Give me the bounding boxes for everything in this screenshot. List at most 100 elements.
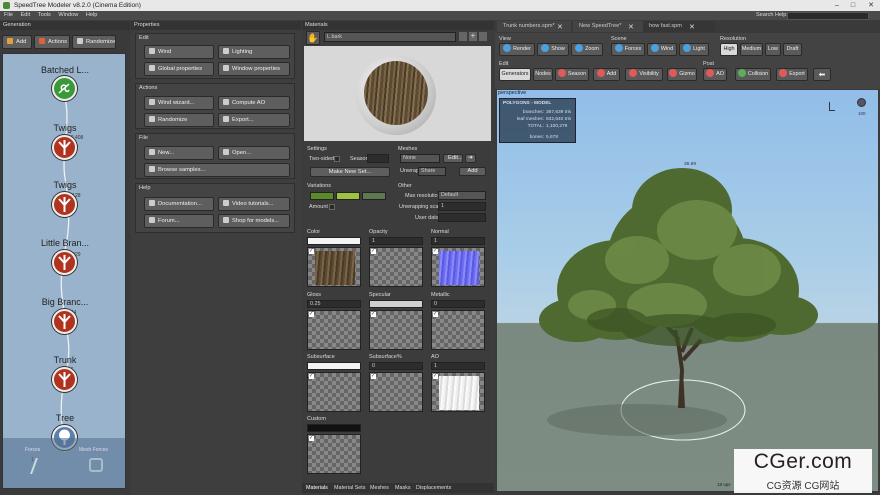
res-high-button[interactable]: High bbox=[720, 43, 738, 56]
season-field[interactable] bbox=[367, 154, 389, 163]
tab-meshes[interactable]: Meshes bbox=[370, 483, 389, 493]
scene-wind-button[interactable]: Wind bbox=[647, 43, 677, 56]
tab-material-sets[interactable]: Material Sets bbox=[334, 483, 365, 493]
edit-add-button[interactable]: Add bbox=[593, 68, 620, 81]
ao-map-slot[interactable]: ✓ bbox=[431, 372, 485, 412]
make-new-set-button[interactable]: Make New Set... bbox=[310, 167, 390, 177]
tab-masks[interactable]: Masks bbox=[395, 483, 411, 493]
randomize-button[interactable]: Randomize bbox=[72, 35, 116, 49]
max-resolution-select[interactable]: Default bbox=[438, 191, 486, 200]
node-big-branches[interactable] bbox=[52, 309, 77, 334]
subsurface-percent-map-slot[interactable]: ✓ bbox=[369, 372, 423, 412]
unwrapping-scale-field[interactable]: 1 bbox=[438, 202, 486, 211]
node-twigs-2[interactable] bbox=[52, 192, 77, 217]
browse-samples-button[interactable]: Browse samples... bbox=[144, 163, 290, 177]
tab-close-icon[interactable]: ✕ bbox=[557, 23, 563, 31]
map-checkbox[interactable]: ✓ bbox=[309, 374, 314, 379]
plus-icon[interactable]: + bbox=[469, 32, 477, 41]
menu-edit[interactable]: Edit bbox=[21, 12, 31, 18]
color-value-bar[interactable] bbox=[307, 237, 361, 245]
tab-materials[interactable]: Materials bbox=[306, 483, 328, 493]
wind-wizard-button[interactable]: Wind wizard... bbox=[144, 96, 214, 110]
ao-button[interactable]: AO bbox=[703, 68, 727, 81]
material-select[interactable]: L.bark bbox=[324, 32, 456, 42]
delete-icon[interactable] bbox=[479, 32, 487, 41]
color-map-slot[interactable]: ✓ bbox=[307, 247, 361, 287]
map-checkbox[interactable]: ✓ bbox=[309, 312, 314, 317]
maximize-icon[interactable]: □ bbox=[846, 0, 860, 11]
res-medium-button[interactable]: Medium bbox=[740, 43, 763, 56]
actions-button[interactable]: Actions bbox=[34, 35, 70, 49]
menu-help[interactable]: Help bbox=[86, 12, 98, 18]
specular-map-slot[interactable]: ✓ bbox=[369, 310, 423, 350]
window-properties-button[interactable]: Window properties bbox=[218, 62, 290, 76]
render-button[interactable]: Render bbox=[499, 43, 535, 56]
res-low-button[interactable]: Low bbox=[765, 43, 781, 56]
map-checkbox[interactable]: ✓ bbox=[433, 249, 438, 254]
generators-button[interactable]: Generators bbox=[499, 68, 531, 81]
season-button[interactable]: Season bbox=[555, 68, 589, 81]
randomize-action-button[interactable]: Randomize bbox=[144, 113, 214, 127]
add-button[interactable]: Add bbox=[2, 35, 32, 49]
gloss-map-slot[interactable]: ✓ bbox=[307, 310, 361, 350]
nodes-button[interactable]: Nodes bbox=[533, 68, 553, 81]
zoom-button[interactable]: Zoom bbox=[571, 43, 603, 56]
forces-button[interactable]: Forces bbox=[611, 43, 645, 56]
map-checkbox[interactable]: ✓ bbox=[371, 249, 376, 254]
menu-window[interactable]: Window bbox=[58, 12, 78, 18]
post-export-button[interactable]: Export bbox=[776, 68, 808, 81]
duplicate-icon[interactable] bbox=[459, 32, 467, 41]
tab-close-icon[interactable]: ✕ bbox=[628, 23, 634, 31]
ao-value[interactable]: 1 bbox=[431, 362, 485, 370]
custom-value-bar[interactable] bbox=[307, 424, 361, 432]
node-batched-leaves[interactable] bbox=[52, 76, 77, 101]
search-input[interactable] bbox=[787, 12, 869, 20]
map-checkbox[interactable]: ✓ bbox=[433, 312, 438, 317]
node-trunk[interactable] bbox=[52, 367, 77, 392]
map-checkbox[interactable]: ✓ bbox=[371, 374, 376, 379]
forum-button[interactable]: Forum... bbox=[144, 214, 214, 228]
map-checkbox[interactable]: ✓ bbox=[309, 249, 314, 254]
gizmo-button[interactable]: Gizmo bbox=[667, 68, 697, 81]
tab-close-icon[interactable]: ✕ bbox=[689, 23, 695, 31]
new-button[interactable]: New... bbox=[144, 146, 214, 160]
custom-map-slot[interactable]: ✓ bbox=[307, 434, 361, 474]
mesh-select[interactable]: None bbox=[400, 154, 440, 163]
visibility-button[interactable]: Visibility bbox=[625, 68, 663, 81]
lighting-button[interactable]: Lighting bbox=[218, 45, 290, 59]
subsurface-map-slot[interactable]: ✓ bbox=[307, 372, 361, 412]
mesh-force-icon[interactable] bbox=[89, 458, 103, 472]
normal-value[interactable]: 1 bbox=[431, 237, 485, 245]
variation-swatch[interactable] bbox=[336, 192, 360, 200]
subsurface-percent-value[interactable]: 0 bbox=[369, 362, 423, 370]
mesh-edit-button[interactable]: Edit... bbox=[443, 154, 463, 163]
subsurface-value-bar[interactable] bbox=[307, 362, 361, 370]
arrow-right-icon[interactable]: ➔ bbox=[465, 154, 476, 163]
hand-icon[interactable]: ✋ bbox=[306, 31, 320, 45]
force-icon[interactable] bbox=[30, 458, 50, 474]
show-button[interactable]: Show bbox=[537, 43, 569, 56]
res-draft-button[interactable]: Draft bbox=[783, 43, 802, 56]
tab-how-fast[interactable]: how fast.spm bbox=[643, 21, 715, 32]
video-tutorials-button[interactable]: Video tutorials... bbox=[218, 197, 290, 211]
tab-displacements[interactable]: Displacements bbox=[416, 483, 451, 493]
metallic-map-slot[interactable]: ✓ bbox=[431, 310, 485, 350]
collision-button[interactable]: Collision bbox=[735, 68, 771, 81]
wind-button[interactable]: Wind bbox=[144, 45, 214, 59]
specular-value-bar[interactable] bbox=[369, 300, 423, 308]
node-little-branches[interactable] bbox=[52, 250, 77, 275]
gloss-value[interactable]: 0.25 bbox=[307, 300, 361, 308]
close-icon[interactable]: ✕ bbox=[864, 0, 878, 11]
menu-file[interactable]: File bbox=[4, 12, 13, 18]
light-button[interactable]: Light bbox=[679, 43, 709, 56]
normal-map-slot[interactable]: ✓ bbox=[431, 247, 485, 287]
open-button[interactable]: Open... bbox=[218, 146, 290, 160]
metallic-value[interactable]: 0 bbox=[431, 300, 485, 308]
back-arrow-icon[interactable]: ⬅ bbox=[813, 68, 831, 81]
variation-swatch[interactable] bbox=[310, 192, 334, 200]
documentation-button[interactable]: Documentation... bbox=[144, 197, 214, 211]
minimize-icon[interactable]: – bbox=[830, 0, 844, 11]
opacity-map-slot[interactable]: ✓ bbox=[369, 247, 423, 287]
3d-viewport[interactable]: perspective POLYGONS - MODEL branches: 3… bbox=[497, 90, 878, 491]
menu-tools[interactable]: Tools bbox=[38, 12, 51, 18]
